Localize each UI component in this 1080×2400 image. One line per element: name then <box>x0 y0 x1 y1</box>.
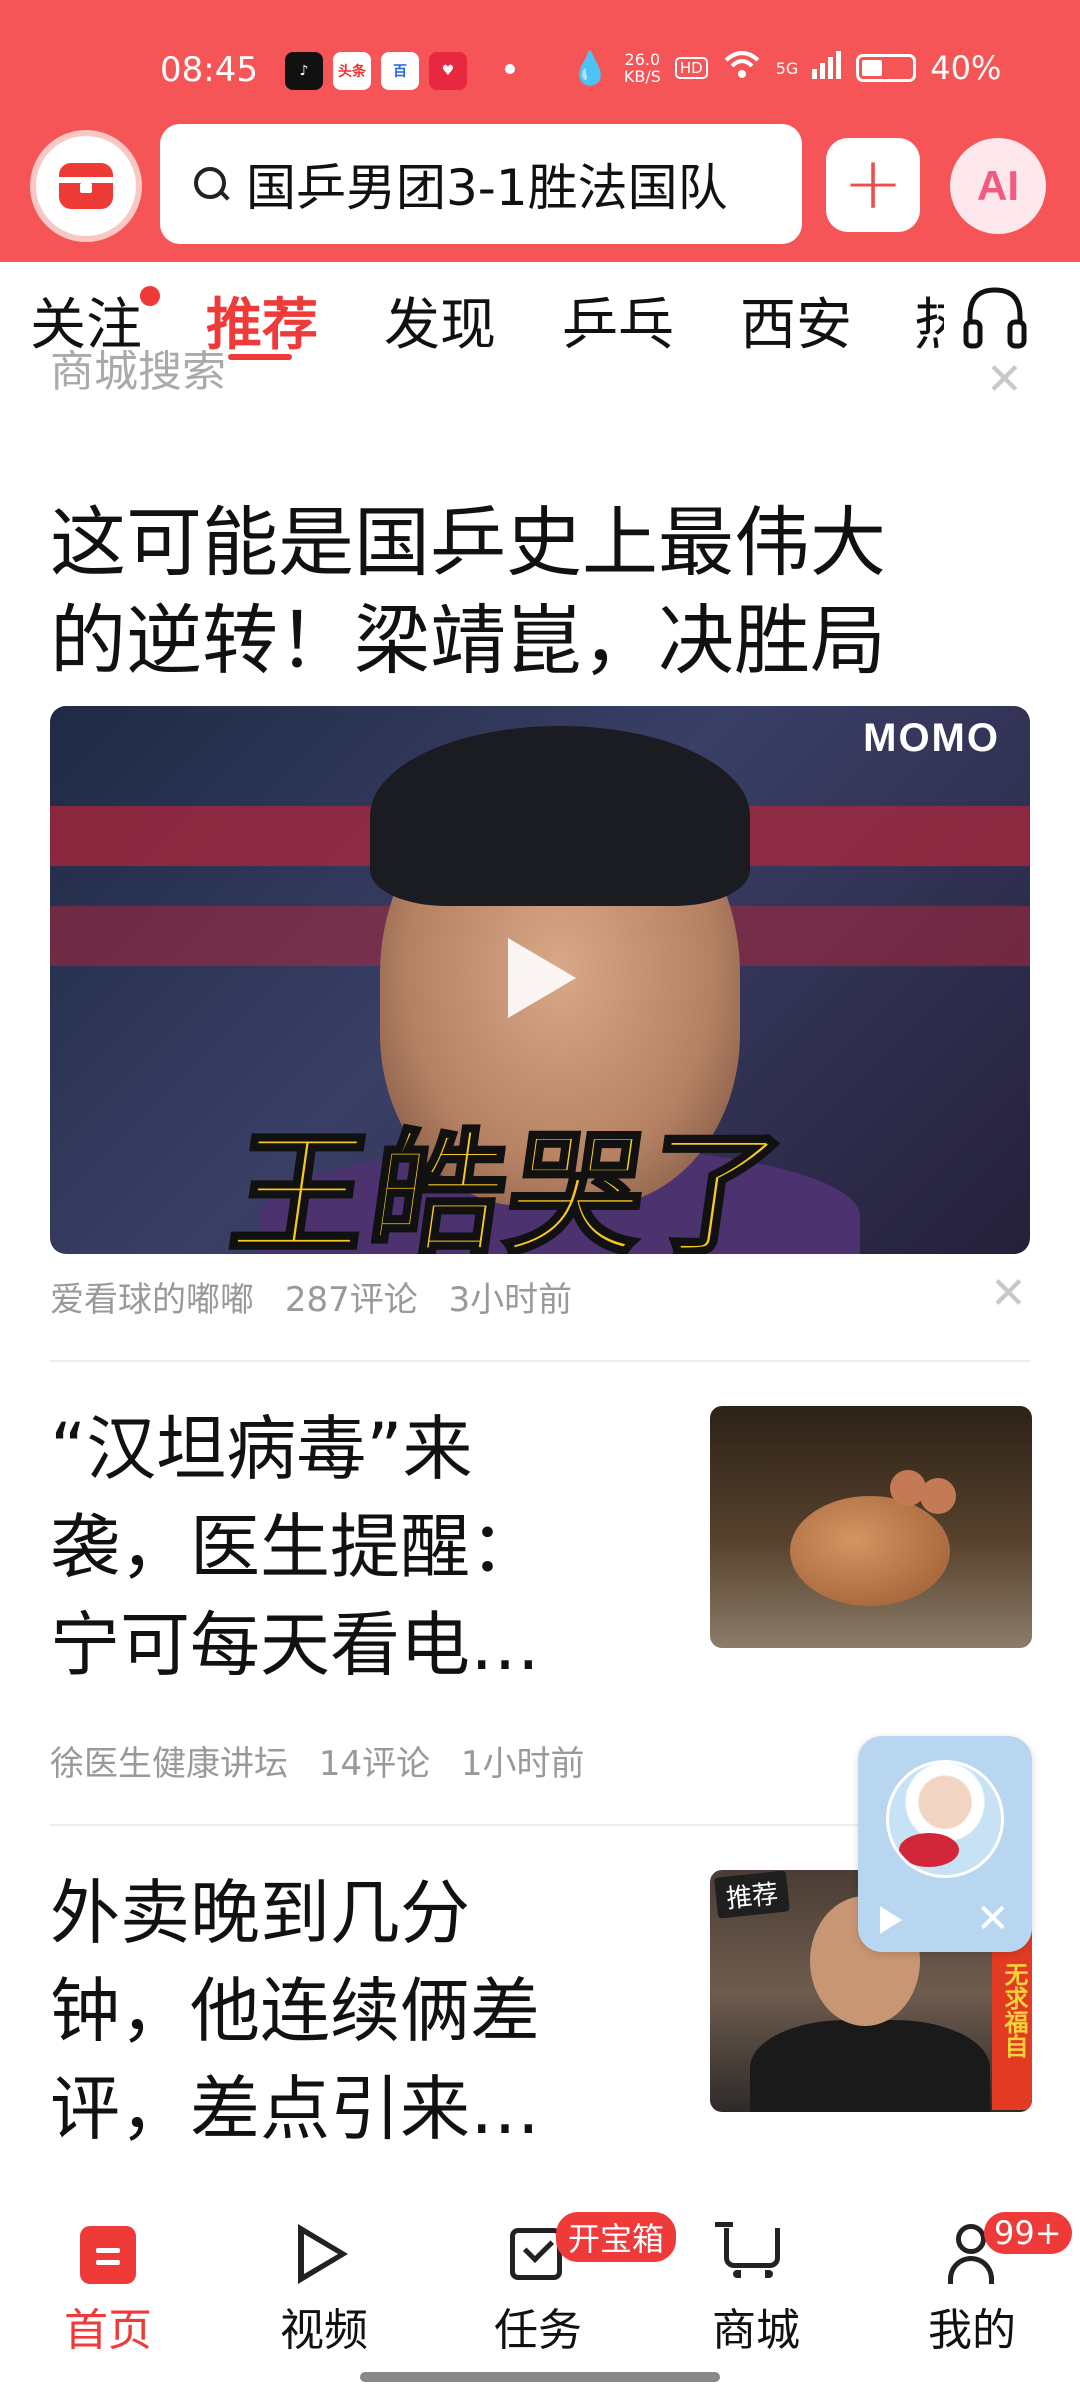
article-title-line2[interactable]: 的逆转！梁靖崑，决胜局 <box>50 592 886 690</box>
network-speed: 26.0 KB/S <box>623 50 661 86</box>
active-tab-indicator <box>228 354 292 360</box>
video-figure-hair <box>370 726 750 906</box>
comment-count: 287评论 <box>284 1280 418 1320</box>
search-bar[interactable]: 国乒男团3-1胜法国队 <box>160 124 802 244</box>
nav-mall[interactable]: 商城 <box>676 2220 836 2358</box>
wifi-icon <box>722 48 762 88</box>
tab-follow[interactable]: 关注 <box>30 280 160 361</box>
floating-mini-player[interactable]: ✕ <box>858 1736 1032 1952</box>
tab-hot[interactable]: 热 <box>914 280 944 361</box>
heart-app-icon: ♥ <box>429 52 467 90</box>
video-caption: 王皓哭了 <box>220 1115 798 1254</box>
article-meta: 爱看球的嘟嘟 287评论 3小时前 <box>50 1272 592 1321</box>
search-query: 国乒男团3-1胜法国队 <box>246 159 728 217</box>
nav-tasks-label: 任务 <box>494 2305 582 2356</box>
nav-video-label: 视频 <box>280 2305 368 2356</box>
status-time: 08:45 <box>160 50 258 90</box>
video-icon <box>298 2224 348 2284</box>
tab-recommend[interactable]: 推荐 <box>206 280 318 361</box>
mini-close-icon[interactable]: ✕ <box>976 1896 1010 1942</box>
comment-count: 14评论 <box>318 1744 431 1784</box>
cart-icon <box>715 2222 780 2278</box>
task-check-icon <box>510 2228 562 2280</box>
video-player[interactable]: MOMO 王皓哭了 <box>50 706 1030 1254</box>
tab-xian[interactable]: 西安 <box>740 280 852 361</box>
home-indicator[interactable] <box>360 2372 720 2382</box>
video-watermark: MOMO <box>863 716 1000 760</box>
article-title-line2[interactable]: 钟，他连续俩差 <box>50 1962 650 2060</box>
nav-me-label: 我的 <box>928 2305 1016 2356</box>
app-logo-button[interactable] <box>30 130 142 242</box>
status-bar: 08:45 ♪ 头条 百 ♥ 💧 26.0 KB/S HD 5G 40% <box>0 0 1080 140</box>
article-title[interactable]: 这可能是国乒史上最伟大 <box>50 494 886 592</box>
flowers-image <box>899 1833 959 1867</box>
partial-feed-label: 商城搜索 <box>50 350 226 390</box>
author-name[interactable]: 爱看球的嘟嘟 <box>50 1280 254 1320</box>
ai-button[interactable]: AI <box>950 138 1046 234</box>
tiktok-icon: ♪ <box>285 52 323 90</box>
dismiss-icon[interactable]: ✕ <box>990 1268 1027 1319</box>
hd-badge: HD <box>674 57 708 79</box>
nav-home[interactable]: 首页 <box>28 2220 188 2358</box>
unread-dot <box>140 286 160 306</box>
article-title-line3[interactable]: 宁可每天看电… <box>50 1596 650 1694</box>
publish-time: 3小时前 <box>448 1280 573 1320</box>
mouse-ear <box>920 1478 956 1514</box>
baidu-icon: 百 <box>381 52 419 90</box>
battery-percent: 40% <box>930 49 1002 87</box>
article-title-line3[interactable]: 评，差点引来… <box>50 2060 650 2158</box>
publish-time: 1小时前 <box>460 1744 585 1784</box>
publish-button[interactable]: + <box>826 138 920 232</box>
mouse-body <box>790 1496 950 1606</box>
battery-icon <box>856 54 917 82</box>
dismiss-icon[interactable]: ✕ <box>986 354 1023 405</box>
article-title[interactable]: 外卖晚到几分 <box>50 1864 650 1962</box>
bottom-navigation: 首页 视频 任务 商城 我的 开宝箱 99+ <box>0 2180 1080 2400</box>
status-right: 💧 26.0 KB/S HD 5G 40% <box>570 48 1001 88</box>
author-name[interactable]: 徐医生健康讲坛 <box>50 1744 288 1784</box>
nav-mall-label: 商城 <box>712 2305 800 2356</box>
network-type: 5G <box>775 58 799 78</box>
mini-player-avatar <box>886 1760 1004 1878</box>
treasure-box-badge[interactable]: 开宝箱 <box>556 2212 677 2262</box>
app-header: 08:45 ♪ 头条 百 ♥ 💧 26.0 KB/S HD 5G 40% 国乒男团… <box>0 0 1080 262</box>
toutiao-icon: 头条 <box>333 52 371 90</box>
article-meta: 徐医生健康讲坛 14评论 1小时前 <box>50 1736 605 1785</box>
article-thumbnail[interactable] <box>710 1406 1032 1648</box>
article-title-line2[interactable]: 袭，医生提醒： <box>50 1498 650 1596</box>
notification-count-badge: 99+ <box>984 2212 1072 2254</box>
thumb-badge: 推荐 <box>714 1870 790 1919</box>
tab-discover[interactable]: 发现 <box>384 280 496 361</box>
nav-home-label: 首页 <box>64 2305 152 2356</box>
article-title[interactable]: “汉坦病毒”来 <box>50 1400 650 1498</box>
tab-pingpong[interactable]: 乒乓 <box>562 280 674 361</box>
search-icon <box>194 167 228 201</box>
mini-play-icon[interactable] <box>880 1906 902 1934</box>
drop-icon: 💧 <box>570 49 610 87</box>
feed-divider <box>50 1360 1030 1362</box>
gift-box-icon <box>59 163 113 209</box>
notification-dot <box>505 64 515 74</box>
signal-icon <box>812 49 842 87</box>
nav-video[interactable]: 视频 <box>244 2220 404 2358</box>
thumb-figure-body <box>750 2020 990 2112</box>
status-app-icons: ♪ 头条 百 ♥ <box>285 52 467 90</box>
home-icon <box>80 2226 136 2284</box>
headphone-icon[interactable] <box>960 282 1030 352</box>
play-icon[interactable] <box>508 938 576 1018</box>
